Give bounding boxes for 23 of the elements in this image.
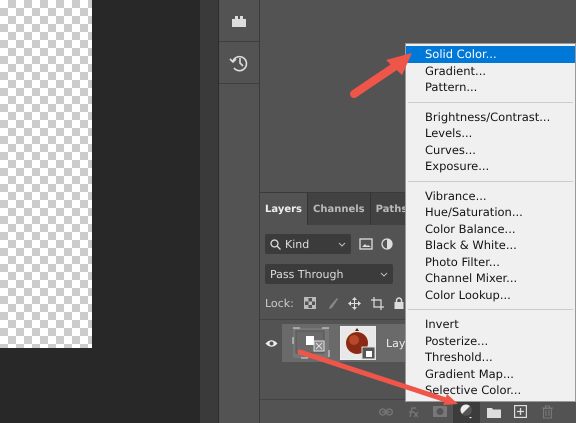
filter-dropdown[interactable]: Kind	[265, 234, 351, 254]
menu-item[interactable]: Threshold...	[406, 349, 575, 366]
panel-tab[interactable]: Layers	[260, 193, 308, 225]
blend-mode-dropdown[interactable]: Pass Through	[265, 264, 393, 284]
menu-item[interactable]: Photo Filter...	[406, 254, 575, 270]
menu-item[interactable]: Levels...	[406, 125, 575, 142]
menu-item[interactable]: Selective Color...	[406, 382, 575, 398]
menu-item[interactable]: Solid Color...	[406, 46, 575, 62]
menu-item[interactable]: Invert	[406, 316, 575, 332]
menu-item[interactable]: Pattern...	[406, 79, 575, 96]
menu-item[interactable]: Gradient...	[406, 62, 575, 79]
menu-item[interactable]: Exposure...	[406, 158, 575, 174]
lock-label: Lock:	[265, 296, 294, 310]
menu-item[interactable]: Brightness/Contrast...	[406, 108, 575, 125]
blend-mode-value: Pass Through	[270, 268, 344, 280]
layer-name: Lay	[386, 336, 406, 350]
menu-item[interactable]: Channel Mixer...	[406, 270, 575, 286]
menu-item[interactable]: Gradient Map...	[406, 366, 575, 382]
menu-item[interactable]: Black & White...	[406, 237, 575, 254]
filter-value: Kind	[285, 238, 310, 250]
menu-item[interactable]: Color Lookup...	[406, 286, 575, 303]
menu-item[interactable]: Posterize...	[406, 332, 575, 349]
menu-item[interactable]: Curves...	[406, 142, 575, 158]
